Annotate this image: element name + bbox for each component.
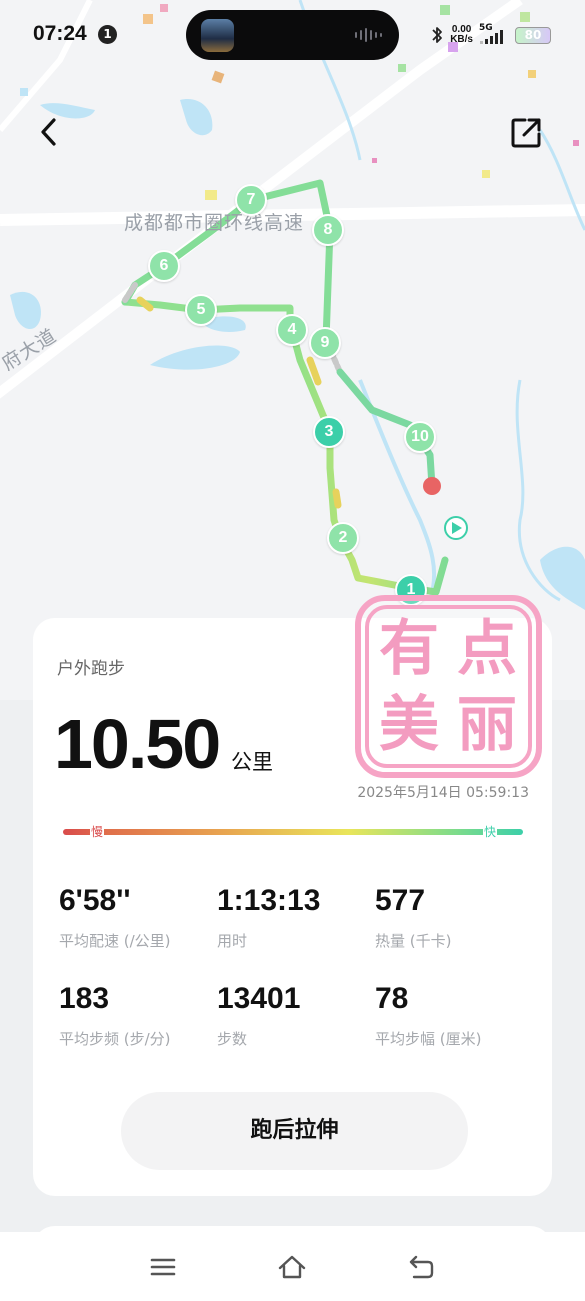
km-marker-4: 4 bbox=[276, 314, 308, 346]
status-icons: 0.00 KB/s 5G 80 bbox=[430, 22, 551, 48]
status-bar: 07:24 1 0.00 KB/s 5G 80 bbox=[0, 0, 585, 70]
stat-label: 平均步幅 (厘米) bbox=[375, 1030, 482, 1048]
notification-badge: 1 bbox=[98, 25, 117, 44]
pace-legend-bar bbox=[63, 829, 523, 835]
km-marker-3: 3 bbox=[313, 416, 345, 448]
stat-value: 78 bbox=[375, 982, 409, 1015]
pace-slow-label: 慢 bbox=[90, 823, 105, 840]
stat-value: 577 bbox=[375, 884, 426, 917]
km-marker-7: 7 bbox=[235, 184, 267, 216]
stat-avg-stride: 78 平均步幅 (厘米) bbox=[375, 982, 481, 1049]
watermark-char: 丽 bbox=[457, 690, 517, 760]
stat-calories: 577 热量 (千卡) bbox=[375, 884, 451, 951]
bluetooth-icon bbox=[432, 27, 443, 43]
signal-bars-icon bbox=[480, 30, 503, 44]
stat-label: 步数 bbox=[217, 1030, 248, 1048]
watermark-stamp: 有 点 美 丽 bbox=[355, 595, 542, 778]
stat-duration: 1:13:13 用时 bbox=[217, 884, 320, 951]
menu-icon[interactable] bbox=[148, 1252, 178, 1282]
post-run-stretch-button[interactable]: 跑后拉伸 bbox=[121, 1092, 468, 1170]
share-icon bbox=[511, 118, 541, 148]
share-button[interactable] bbox=[510, 116, 543, 149]
stat-label: 平均步频 (步/分) bbox=[59, 1030, 171, 1048]
stat-steps: 13401 步数 bbox=[217, 982, 300, 1049]
watermark-char: 美 bbox=[379, 690, 439, 760]
stat-avg-pace: 6'58'' 平均配速 (/公里) bbox=[59, 884, 171, 951]
net-speed: 0.00 KB/s bbox=[450, 24, 473, 45]
stat-label: 热量 (千卡) bbox=[375, 932, 452, 950]
stat-value: 183 bbox=[59, 982, 110, 1015]
return-icon[interactable] bbox=[406, 1252, 436, 1282]
stat-label: 用时 bbox=[217, 932, 248, 950]
watermark-char: 有 bbox=[379, 614, 439, 684]
km-marker-10: 10 bbox=[404, 421, 436, 453]
stat-value: 13401 bbox=[217, 982, 301, 1015]
dynamic-island[interactable] bbox=[186, 10, 399, 60]
media-thumbnail bbox=[201, 19, 234, 52]
system-navigation-bar bbox=[0, 1232, 585, 1301]
stat-label: 平均配速 (/公里) bbox=[59, 932, 171, 950]
km-marker-9: 9 bbox=[309, 327, 341, 359]
stat-value: 6'58'' bbox=[59, 884, 131, 917]
km-marker-5: 5 bbox=[185, 294, 217, 326]
road-label-ring: 成都都市圈环线高速 bbox=[124, 212, 305, 234]
distance-value: 10.50 bbox=[54, 705, 221, 783]
pace-fast-label: 快 bbox=[483, 823, 498, 840]
watermark-char: 点 bbox=[457, 614, 517, 684]
home-icon[interactable] bbox=[277, 1252, 307, 1282]
status-time: 07:24 bbox=[33, 22, 87, 45]
distance-unit: 公里 bbox=[231, 750, 273, 774]
signal-icon: 5G bbox=[479, 23, 509, 45]
back-button[interactable] bbox=[34, 114, 66, 150]
stat-avg-cadence: 183 平均步频 (步/分) bbox=[59, 982, 171, 1049]
run-date-time: 2025年5月14日 05:59:13 bbox=[357, 785, 529, 801]
stat-value: 1:13:13 bbox=[217, 884, 321, 917]
activity-type: 户外跑步 bbox=[57, 659, 125, 679]
audio-wave-icon bbox=[355, 28, 382, 42]
battery-indicator: 80 bbox=[515, 26, 551, 44]
km-marker-2: 2 bbox=[327, 522, 359, 554]
chevron-left-icon bbox=[41, 118, 56, 146]
km-marker-8: 8 bbox=[312, 214, 344, 246]
km-marker-6: 6 bbox=[148, 250, 180, 282]
